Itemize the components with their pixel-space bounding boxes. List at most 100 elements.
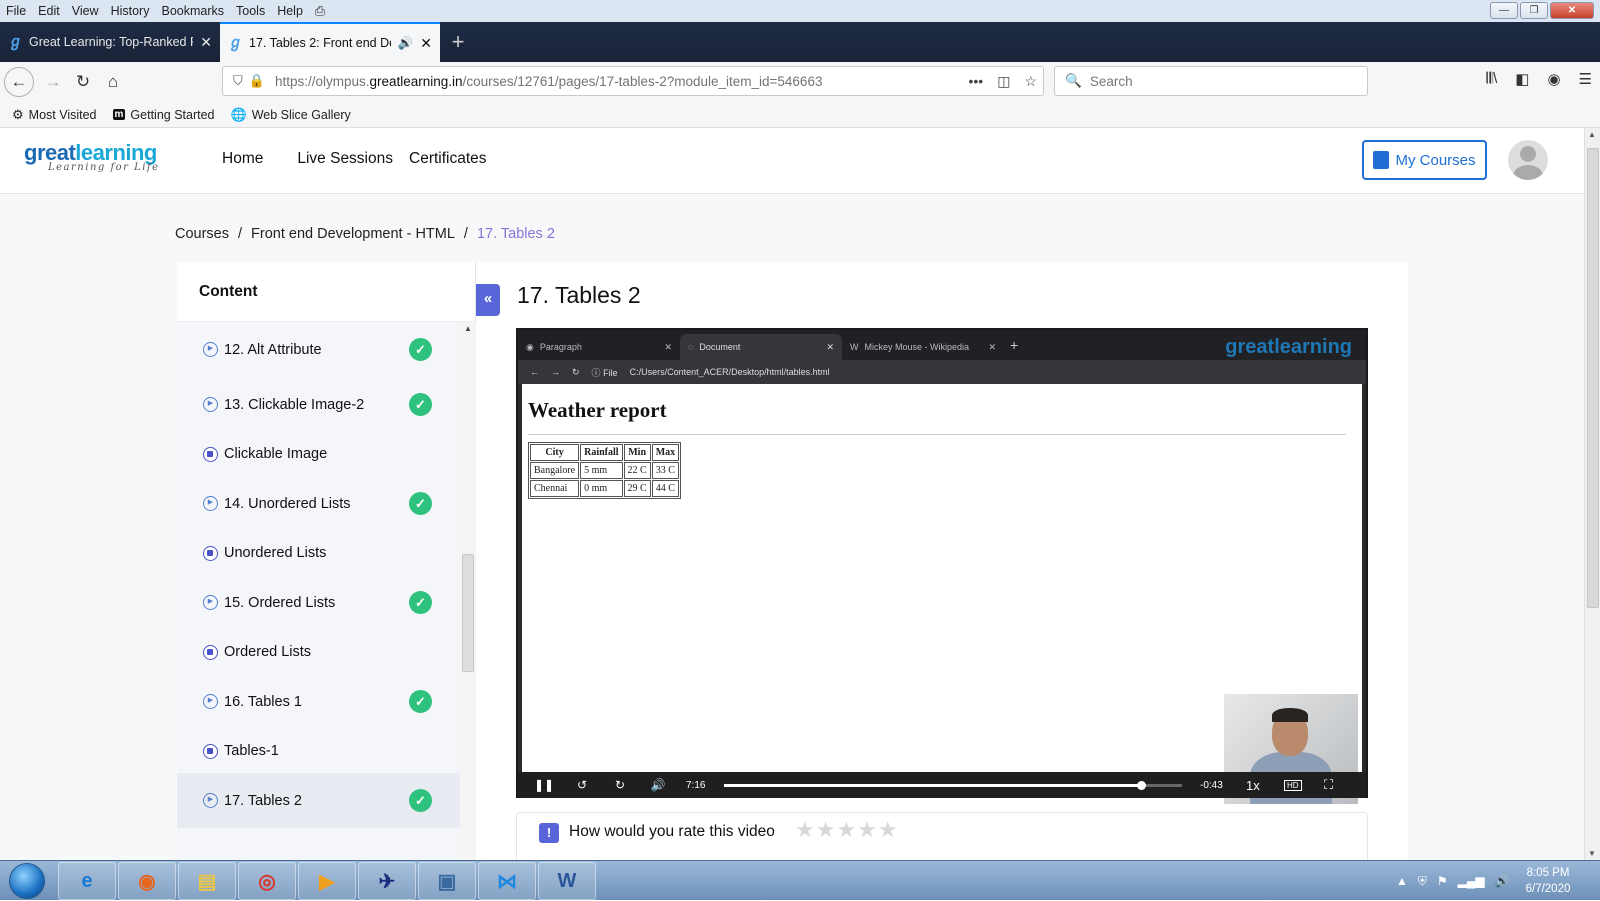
progress-fill bbox=[724, 784, 1141, 787]
security-icon[interactable]: ⛨ bbox=[1418, 874, 1427, 889]
bookmark-getting-started[interactable]: m Getting Started bbox=[112, 108, 215, 122]
breadcrumb-course[interactable]: Front end Development - HTML bbox=[251, 226, 455, 242]
quality-button[interactable]: HD bbox=[1284, 779, 1302, 791]
close-window-button[interactable]: ✕ bbox=[1550, 2, 1594, 19]
reload-button[interactable]: ↻ bbox=[68, 67, 98, 97]
account-icon[interactable]: ◉ bbox=[1547, 70, 1560, 88]
list-item[interactable]: ▶ 12. Alt Attribute ✓ bbox=[177, 322, 460, 377]
nav-live-sessions[interactable]: Live Sessions bbox=[297, 150, 393, 168]
forward-10-button[interactable]: ↻ bbox=[608, 778, 632, 792]
lock-icon[interactable]: 🔒 bbox=[249, 73, 265, 89]
list-item[interactable]: Tables-1 bbox=[177, 729, 460, 773]
word-icon[interactable]: W bbox=[538, 862, 596, 900]
page-actions-icon[interactable]: ••• bbox=[968, 73, 983, 90]
vscode-icon[interactable]: ⋈ bbox=[478, 862, 536, 900]
list-item[interactable]: ▶ 15. Ordered Lists ✓ bbox=[177, 575, 460, 630]
hamburger-menu-icon[interactable]: ☰ bbox=[1579, 70, 1592, 88]
fullscreen-icon[interactable]: ⛶ bbox=[1324, 777, 1333, 793]
scroll-down-icon[interactable]: ▼ bbox=[1588, 849, 1596, 858]
collapse-sidebar-button[interactable]: « bbox=[476, 284, 500, 316]
progress-bar[interactable] bbox=[724, 781, 1182, 790]
network-icon[interactable]: ▂▄▆ bbox=[1458, 874, 1485, 888]
start-button[interactable] bbox=[4, 861, 50, 901]
bookmark-label: Most Visited bbox=[28, 107, 97, 122]
bookmark-star-icon[interactable]: ☆ bbox=[1024, 73, 1037, 90]
menu-bookmarks[interactable]: Bookmarks bbox=[161, 4, 224, 18]
nav-home[interactable]: Home bbox=[222, 150, 263, 168]
menu-tools[interactable]: Tools bbox=[236, 4, 265, 18]
scroll-thumb[interactable] bbox=[462, 554, 474, 672]
file-explorer-icon[interactable]: ▤ bbox=[178, 862, 236, 900]
menu-file[interactable]: File bbox=[6, 4, 26, 18]
airline-app-icon[interactable]: ✈ bbox=[358, 862, 416, 900]
firefox-icon[interactable]: ◉ bbox=[118, 862, 176, 900]
list-item[interactable]: ▶ 16. Tables 1 ✓ bbox=[177, 674, 460, 729]
flag-icon[interactable]: ⚑ bbox=[1437, 874, 1448, 888]
progress-handle[interactable] bbox=[1136, 781, 1146, 790]
close-tab-icon[interactable]: ✕ bbox=[420, 35, 432, 52]
media-player-icon[interactable]: ▶ bbox=[298, 862, 356, 900]
volume-icon[interactable]: 🔊 bbox=[1495, 874, 1510, 888]
tab-tables-2[interactable]: ℊ 17. Tables 2: Front end Deve 🔊 ✕ bbox=[220, 22, 440, 62]
forward-button[interactable]: → bbox=[38, 67, 68, 97]
sidebar-scrollbar[interactable]: ▲ bbox=[460, 322, 476, 860]
close-tab-icon[interactable]: ✕ bbox=[200, 34, 212, 51]
great-learning-logo[interactable]: greatlearning Learning for Life bbox=[24, 140, 160, 173]
avatar[interactable] bbox=[1508, 140, 1548, 180]
list-item[interactable]: Clickable Image bbox=[177, 432, 460, 476]
new-tab-button[interactable]: + bbox=[440, 22, 476, 62]
great-learning-favicon-icon: ℊ bbox=[8, 33, 24, 50]
scroll-up-icon[interactable]: ▲ bbox=[1588, 130, 1596, 139]
menu-edit[interactable]: Edit bbox=[38, 4, 60, 18]
clock[interactable]: 8:05 PM 6/7/2020 bbox=[1510, 865, 1586, 897]
bookmark-most-visited[interactable]: ⚙ Most Visited bbox=[12, 107, 97, 123]
speaker-icon[interactable]: 🔊 bbox=[398, 36, 414, 51]
library-icon[interactable]: 𝄃𝄃\ bbox=[1486, 70, 1497, 88]
internet-explorer-icon[interactable]: e bbox=[58, 862, 116, 900]
my-courses-button[interactable]: My Courses bbox=[1362, 140, 1487, 180]
restore-button[interactable]: ❐ bbox=[1520, 2, 1548, 19]
table-header-row: City Rainfall Min Max bbox=[530, 444, 680, 461]
list-item[interactable]: ▶ 14. Unordered Lists ✓ bbox=[177, 476, 460, 531]
menu-view[interactable]: View bbox=[72, 4, 99, 18]
item-label: 14. Unordered Lists bbox=[224, 495, 351, 512]
star-rating[interactable]: ★★★★★ bbox=[795, 817, 899, 843]
pause-button[interactable]: ❚❚ bbox=[532, 778, 556, 792]
menu-history[interactable]: History bbox=[111, 4, 150, 18]
list-item[interactable]: Unordered Lists bbox=[177, 531, 460, 575]
scroll-up-icon[interactable]: ▲ bbox=[464, 324, 472, 333]
playback-speed-button[interactable]: 1x bbox=[1246, 778, 1260, 793]
page-scroll-thumb[interactable] bbox=[1587, 148, 1599, 608]
shield-icon[interactable]: ⛉ bbox=[233, 73, 243, 89]
url-text[interactable]: https://olympus.greatlearning.in/courses… bbox=[275, 74, 823, 89]
print-icon[interactable]: ⎙ bbox=[315, 4, 325, 19]
show-hidden-icons-icon[interactable]: ▲ bbox=[1396, 874, 1408, 888]
window-controls: — ❐ ✕ bbox=[1490, 2, 1594, 19]
video-player[interactable]: ◉ Paragraph ✕ ◌ Document ✕ W Mickey Mouse - W… bbox=[516, 328, 1368, 804]
menu-help[interactable]: Help bbox=[277, 4, 303, 18]
rewind-10-button[interactable]: ↺ bbox=[570, 778, 594, 792]
pocket-icon[interactable]: ◫ bbox=[997, 73, 1010, 90]
home-button[interactable]: ⌂ bbox=[98, 67, 128, 97]
minimize-button[interactable]: — bbox=[1490, 2, 1518, 19]
list-item-active[interactable]: ▶ 17. Tables 2 ✓ bbox=[177, 773, 460, 828]
gear-icon: ⚙ bbox=[12, 106, 24, 122]
video-tab: ◌ Document ✕ bbox=[680, 334, 842, 360]
page-scrollbar[interactable]: ▲ ▼ bbox=[1584, 128, 1600, 860]
windows-taskbar: e ◉ ▤ ◎ ▶ ✈ ▣ ⋈ W ▲ ⛨ ⚑ ▂▄▆ 🔊 8:05 PM 6/… bbox=[0, 860, 1600, 900]
list-item[interactable]: Ordered Lists bbox=[177, 630, 460, 674]
nav-certificates[interactable]: Certificates bbox=[409, 150, 487, 168]
bookmark-web-slice-gallery[interactable]: 🌐 Web Slice Gallery bbox=[231, 107, 351, 123]
back-button[interactable]: ← bbox=[4, 67, 34, 97]
volume-icon[interactable]: 🔊 bbox=[646, 778, 670, 792]
breadcrumb-courses[interactable]: Courses bbox=[175, 226, 229, 242]
address-bar[interactable]: ⛉ 🔒 https://olympus.greatlearning.in/cou… bbox=[222, 66, 1044, 96]
weather-table: City Rainfall Min Max Bangalore 5 mm 22 … bbox=[528, 442, 682, 499]
video-page-heading: Weather report bbox=[528, 398, 667, 422]
list-item[interactable]: ▶ 13. Clickable Image-2 ✓ bbox=[177, 377, 460, 432]
search-bar[interactable]: 🔍 Search bbox=[1054, 66, 1368, 96]
chrome-icon[interactable]: ◎ bbox=[238, 862, 296, 900]
tab-great-learning[interactable]: ℊ Great Learning: Top-Ranked Pr ✕ bbox=[0, 22, 220, 62]
sidebar-toggle-icon[interactable]: ◧ bbox=[1515, 70, 1529, 88]
photo-viewer-icon[interactable]: ▣ bbox=[418, 862, 476, 900]
